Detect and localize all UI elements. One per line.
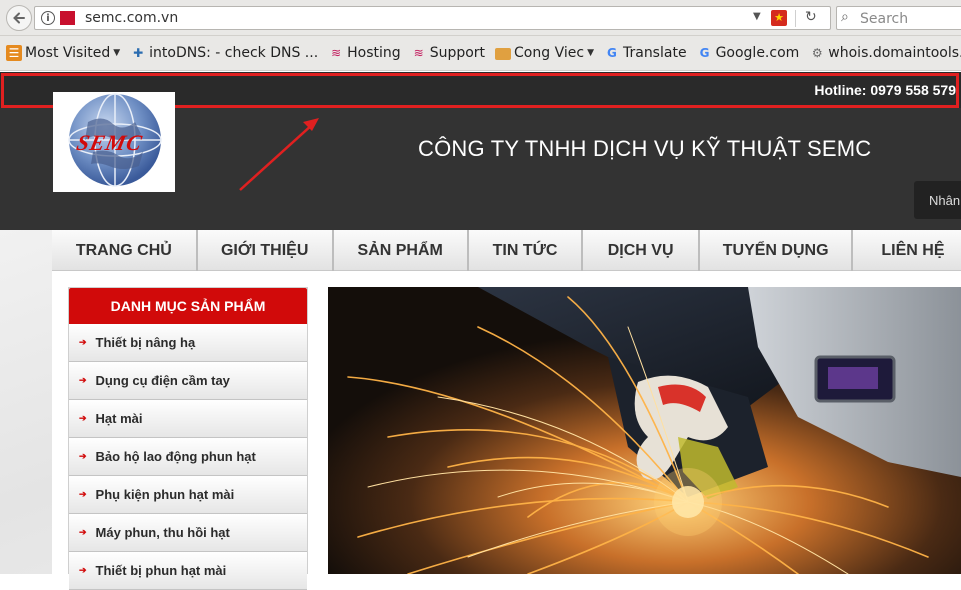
sidebar-item-label: Hạt mài: [95, 411, 143, 426]
product-category-sidebar: DANH MỤC SẢN PHẨM ➔ Thiết bị nâng hạ ➔ D…: [68, 287, 308, 590]
hero-banner-image[interactable]: [328, 287, 961, 574]
sidebar-item-blasting-safety[interactable]: ➔ Bảo hộ lao động phun hạt: [69, 438, 307, 476]
chevron-right-icon: ➔: [79, 527, 87, 537]
nav-item-contact[interactable]: LIÊN HỆ: [853, 230, 961, 271]
chevron-right-icon: ➔: [79, 413, 87, 423]
chevron-right-icon: ➔: [79, 375, 87, 385]
sidebar-item-lifting-equipment[interactable]: ➔ Thiết bị nâng hạ: [69, 324, 307, 362]
sidebar-item-label: Thiết bị nâng hạ: [95, 335, 196, 350]
main-nav: TRANG CHỦ GIỚI THIỆU SẢN PHẨM TIN TỨC DỊ…: [52, 230, 961, 271]
nav-item-about[interactable]: GIỚI THIỆU: [198, 230, 334, 271]
sidebar-item-label: Thiết bị phun hạt mài: [95, 563, 227, 578]
sidebar-item-power-tools[interactable]: ➔ Dụng cụ điện cầm tay: [69, 362, 307, 400]
sidebar-item-label: Bảo hộ lao động phun hạt: [95, 449, 256, 464]
sidebar-item-label: Phụ kiện phun hạt mài: [95, 487, 235, 502]
chevron-right-icon: ➔: [79, 337, 87, 347]
nav-item-careers[interactable]: TUYỂN DỤNG: [700, 230, 854, 271]
nav-item-news[interactable]: TIN TỨC: [469, 230, 584, 271]
sidebar-item-abrasives[interactable]: ➔ Hạt mài: [69, 400, 307, 438]
chevron-right-icon: ➔: [79, 565, 87, 575]
welding-image: [328, 287, 961, 574]
nav-item-services[interactable]: DỊCH VỤ: [583, 230, 700, 271]
sidebar-item-blasting-machines[interactable]: ➔ Máy phun, thu hồi hạt: [69, 514, 307, 552]
sidebar-item-blasting-equipment[interactable]: ➔ Thiết bị phun hạt mài: [69, 552, 307, 590]
nav-item-home[interactable]: TRANG CHỦ: [52, 230, 198, 271]
sidebar-item-label: Máy phun, thu hồi hạt: [95, 525, 230, 540]
sidebar-title: DANH MỤC SẢN PHẨM: [69, 288, 307, 324]
nav-item-products[interactable]: SẢN PHẨM: [334, 230, 469, 271]
sidebar-item-label: Dụng cụ điện cầm tay: [95, 373, 230, 388]
chevron-right-icon: ➔: [79, 489, 87, 499]
chevron-right-icon: ➔: [79, 451, 87, 461]
sidebar-item-blasting-accessories[interactable]: ➔ Phụ kiện phun hạt mài: [69, 476, 307, 514]
